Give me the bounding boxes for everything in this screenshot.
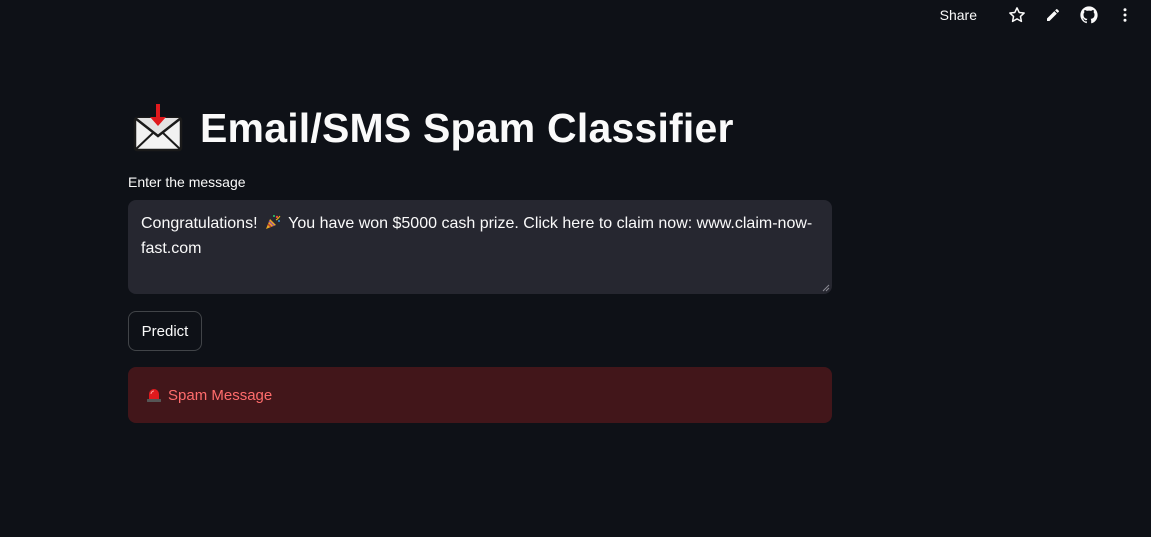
github-icon[interactable]	[1077, 3, 1101, 27]
message-input[interactable]: Congratulations! You have won $5000 cash…	[128, 200, 832, 294]
resize-handle-icon[interactable]	[822, 284, 830, 292]
result-text: Spam Message	[168, 386, 273, 404]
main-content: Email/SMS Spam Classifier Enter the mess…	[128, 96, 832, 423]
incoming-envelope-icon	[132, 102, 184, 154]
share-button[interactable]: Share	[940, 7, 977, 23]
star-icon[interactable]	[1005, 3, 1029, 27]
message-input-label: Enter the message	[128, 174, 246, 190]
result-alert: Spam Message	[128, 367, 832, 423]
pencil-icon[interactable]	[1041, 3, 1065, 27]
rotating-light-icon	[146, 387, 162, 403]
page-header: Email/SMS Spam Classifier	[128, 96, 832, 160]
page-title: Email/SMS Spam Classifier	[200, 104, 734, 151]
message-text-part-1: Congratulations!	[141, 215, 258, 232]
app-toolbar: Share	[940, 0, 1151, 30]
more-vertical-icon[interactable]	[1113, 3, 1137, 27]
party-popper-icon	[264, 213, 282, 238]
predict-button[interactable]: Predict	[128, 311, 202, 351]
